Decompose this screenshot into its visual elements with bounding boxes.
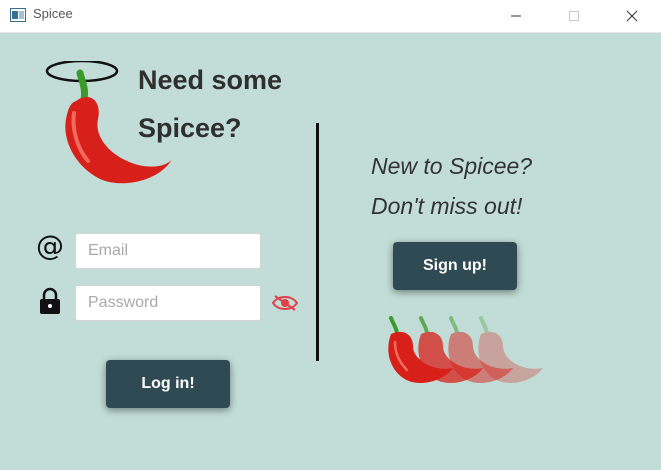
at-sign-icon: @: [36, 229, 64, 262]
maximize-button[interactable]: [551, 0, 597, 32]
maximize-icon: [569, 11, 579, 21]
signup-tagline-line1: New to Spicee?: [371, 153, 533, 179]
lock-icon: [40, 287, 60, 314]
email-field[interactable]: [75, 233, 261, 269]
headline-line1: Need some: [138, 65, 283, 95]
headline-line2: Spicee?: [138, 113, 242, 143]
main-content: Need some Spicee? @ Log in! New to Spice…: [0, 33, 661, 470]
minimize-icon: [511, 15, 521, 17]
signup-tagline-line2: Don't miss out!: [371, 193, 523, 219]
login-button[interactable]: Log in!: [106, 360, 230, 408]
close-icon: [626, 10, 638, 22]
title-bar: Spicee: [0, 0, 661, 33]
eye-slash-icon[interactable]: [271, 293, 299, 313]
password-field[interactable]: [75, 285, 261, 321]
app-window: Spicee Need some Spicee? @ Email Log in!…: [0, 0, 661, 470]
signup-button[interactable]: Sign up!: [393, 242, 517, 290]
divider: [316, 123, 319, 361]
app-icon: [10, 8, 26, 22]
chili-pepper-trail-icon: [388, 316, 543, 383]
close-button[interactable]: [609, 0, 655, 32]
minimize-button[interactable]: [493, 0, 539, 32]
window-title: Spicee: [33, 6, 73, 21]
